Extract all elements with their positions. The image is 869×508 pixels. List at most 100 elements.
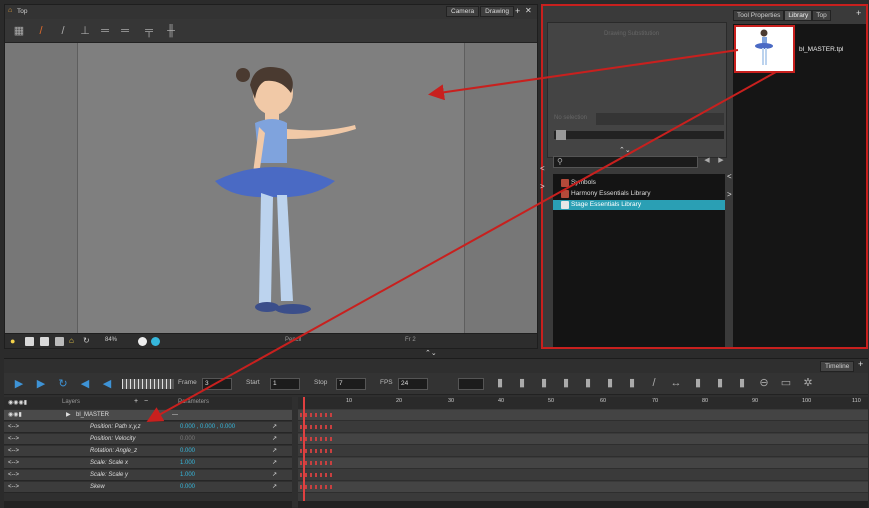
sound-scrub-icon[interactable]: ◀ [100,377,114,391]
stop-field[interactable]: 7 [336,378,366,390]
collapse-handle-icon[interactable]: ⌃⌄ [425,349,437,357]
tab-drawing[interactable]: Drawing [480,6,514,17]
align-icon[interactable]: ⊥ [79,25,91,37]
fps-field[interactable]: 24 [398,378,428,390]
add-view-icon[interactable]: + [856,8,861,18]
parameter-row[interactable]: <--> Rotation: Angle_z 0.000 ↗ [4,446,292,457]
frame-row[interactable] [298,482,868,493]
template-name[interactable]: bl_MASTER.tpl [799,46,843,53]
set-keyframe-icon[interactable]: ▮ [736,377,748,389]
distribute-icon[interactable]: ╤ [143,25,155,37]
stop-motion-icon[interactable]: ▮ [626,377,638,389]
line-icon[interactable]: / [57,25,69,37]
grid-icon[interactable]: ▦ [13,25,25,37]
add-layer-icon[interactable]: ▮ [516,377,528,389]
parameter-row[interactable]: <--> Position: Velocity 0.000 ↗ [4,434,292,445]
safe-area-icon[interactable] [40,337,49,346]
parameter-row[interactable]: <--> Skew 0.000 ↗ [4,482,292,493]
drawing-name-field[interactable] [596,113,724,125]
left-chevron-icon[interactable]: < [727,172,732,181]
playhead[interactable] [303,397,307,501]
back-button[interactable]: ◀ [701,156,713,168]
copy-icon[interactable]: ▮ [692,377,704,389]
frame-row[interactable] [298,422,868,433]
frame-row[interactable] [298,434,868,445]
settings-icon[interactable]: ✲ [802,377,814,389]
tab-tool-properties[interactable]: Tool Properties [733,10,785,21]
home-icon[interactable]: ⌂ [8,7,12,14]
stage-area[interactable] [5,43,537,333]
playback-speed-slider[interactable] [122,379,174,389]
frame-row[interactable] [298,446,868,457]
palette-icon[interactable] [151,337,160,346]
add-view-icon[interactable]: + [515,6,520,16]
layer-toggles-icon[interactable]: ◉◉◉▮ [8,399,27,406]
add-peg-icon[interactable]: ▮ [538,377,550,389]
start-field[interactable]: 1 [270,378,300,390]
camera-icon[interactable]: ▭ [780,377,792,389]
forward-button[interactable]: ▶ [715,156,727,168]
tree-item-symbols[interactable]: Symbols [553,178,725,188]
tab-top[interactable]: Top [812,10,831,21]
add-drawing-layer-icon[interactable]: ▮ [494,377,506,389]
template-thumbnail[interactable] [734,25,795,73]
play-selection-icon[interactable]: ▶ [34,377,48,391]
library-search-input[interactable] [553,156,698,168]
pencil-icon[interactable]: / [35,25,47,37]
align-center-icon[interactable]: ═ [99,25,111,37]
layer-name[interactable]: bl_MASTER [76,410,109,421]
frame-grid[interactable]: 10 20 30 40 50 60 70 80 90 100 110 [298,397,868,501]
frame-scrollbar[interactable] [298,501,868,508]
sound-icon[interactable]: ◀ [78,377,92,391]
collapse-handle-icon[interactable]: ⌃⌄ [619,146,631,154]
rotate-view-icon[interactable]: ↻ [83,336,90,345]
frame-row[interactable] [298,458,868,469]
motion-keyframe-icon[interactable]: ▮ [604,377,616,389]
expand-icon[interactable]: ↔ [670,377,682,389]
add-layer-icon[interactable]: + [134,398,138,405]
ballerina-character[interactable] [195,63,375,333]
layer-toggles-icon[interactable]: ◉◉▮ [8,410,22,421]
layer-row-master[interactable]: ◉◉▮ ▶ bl_MASTER — [4,410,292,421]
layer-scrollbar[interactable] [4,501,292,508]
ease-icon[interactable]: / [648,377,660,389]
frame-row[interactable] [298,470,868,481]
lock-icon[interactable]: ⌂ [69,336,74,345]
distribute-vertical-icon[interactable]: ╫ [165,25,177,37]
lightbulb-icon[interactable]: ● [10,336,15,346]
onion-skin-icon[interactable]: ⊖ [758,377,770,389]
add-keyframe-icon[interactable]: ▮ [560,377,572,389]
tab-camera[interactable]: Camera [446,6,480,17]
right-chevron-icon[interactable]: > [727,190,732,199]
frame-ruler[interactable]: 10 20 30 40 50 60 70 80 90 100 110 [298,397,868,409]
close-icon[interactable]: ✕ [525,6,532,15]
slider-handle[interactable] [556,130,566,140]
field-guide-icon[interactable] [55,337,64,346]
frame-row[interactable] [298,410,868,421]
onion-skin-icon[interactable] [25,337,34,346]
tree-item-stage-essentials[interactable]: Stage Essentials Library [553,200,725,210]
parameter-row[interactable]: <--> Scale: Scale x 1.000 ↗ [4,458,292,469]
tab-timeline[interactable]: Timeline [820,361,855,372]
color-swatch-icon[interactable] [138,337,147,346]
layer-minus-icon[interactable]: — [172,410,178,421]
frame-field[interactable]: 3 [202,378,232,390]
add-view-icon[interactable]: + [858,359,863,369]
zoom-level[interactable]: 84% [105,337,117,343]
paste-icon[interactable]: ▮ [714,377,726,389]
remove-keyframe-icon[interactable]: ▮ [582,377,594,389]
play-icon[interactable]: ▶ [12,377,26,391]
substitution-slider[interactable] [554,131,724,139]
frame-label: Frame [178,379,197,386]
parameter-row[interactable]: <--> Scale: Scale y 1.000 ↗ [4,470,292,481]
left-chevron-icon[interactable]: < [540,164,545,173]
remove-layer-icon[interactable]: − [144,398,148,405]
tab-library[interactable]: Library [784,10,813,21]
parameter-row[interactable]: <--> Position: Path x,y,z 0.000 , 0.000 , … [4,422,292,433]
expand-arrow-icon[interactable]: ▶ [66,410,71,421]
align-bottom-icon[interactable]: ═ [119,25,131,37]
tree-item-harmony-essentials[interactable]: Harmony Essentials Library [553,189,725,199]
loop-icon[interactable]: ↻ [56,377,70,391]
layer-color-dropdown[interactable] [458,378,484,390]
right-chevron-icon[interactable]: > [540,182,545,191]
